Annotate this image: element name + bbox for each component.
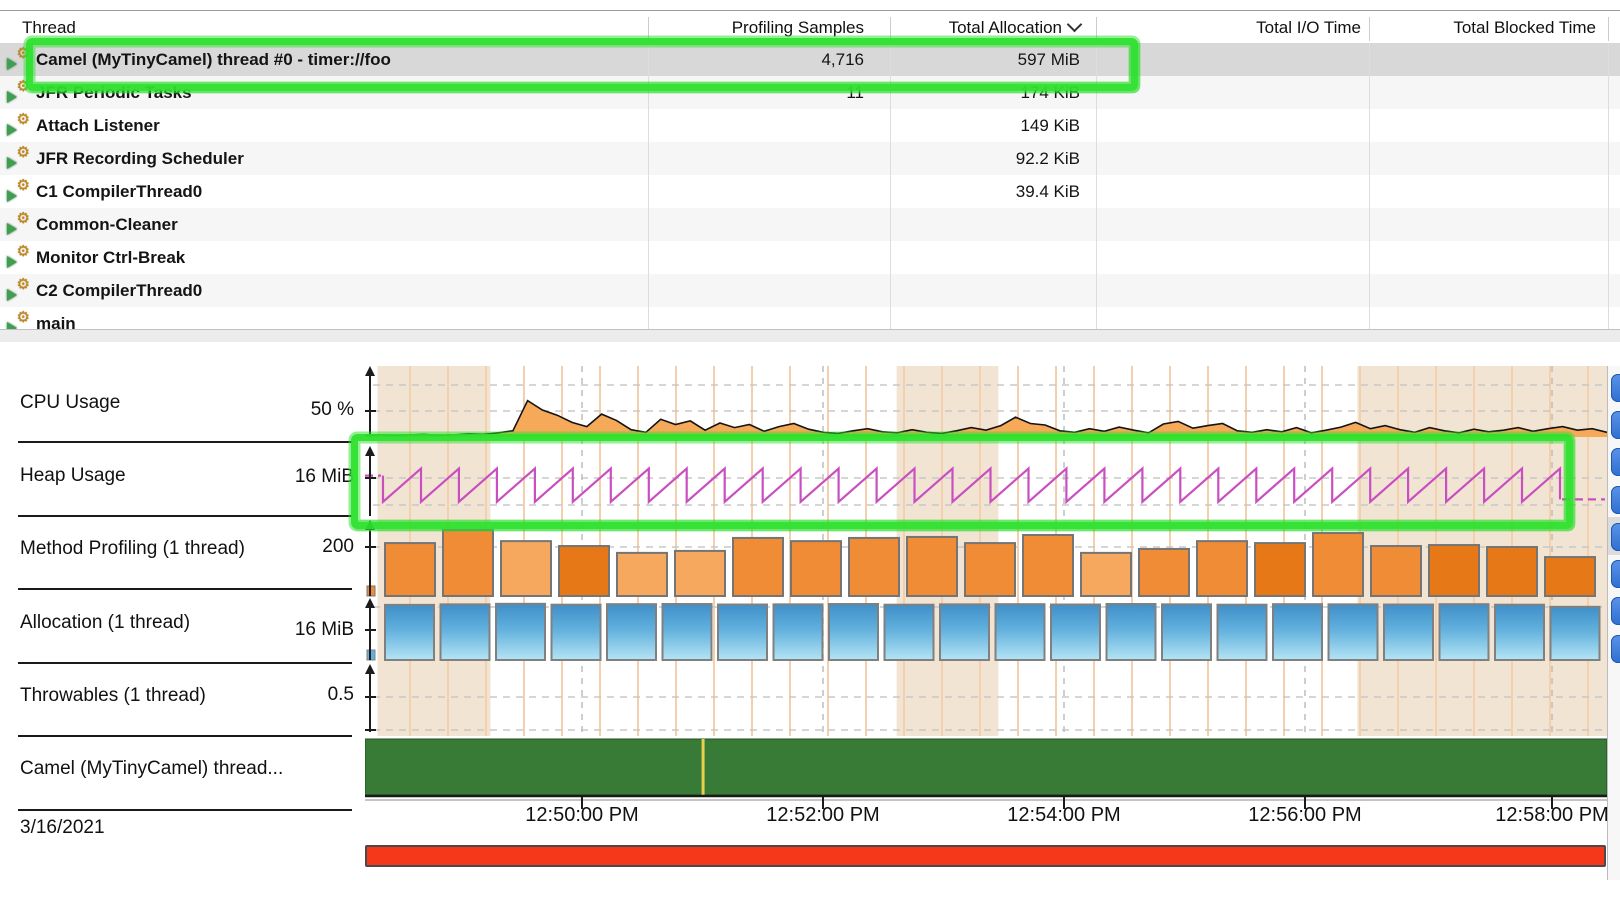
thread-name: C2 CompilerThread0 (36, 274, 646, 307)
column-header-total-io-time[interactable]: Total I/O Time (1100, 13, 1361, 43)
table-horizontal-scrollbar-track[interactable] (0, 329, 1620, 342)
thread-icon: ⚙ (7, 215, 31, 235)
time-tick-label: 12:54:00 PM (984, 804, 1144, 827)
legend-toggle-button[interactable] (1611, 560, 1620, 588)
legend-toggle-button[interactable] (1611, 411, 1620, 439)
timeline-date-label: 3/16/2021 (20, 817, 105, 839)
chart-row-label: Throwables (1 thread) (20, 685, 206, 707)
cell-allocation (894, 208, 1080, 241)
chart-axis-value: 16 MiB (234, 466, 354, 488)
chart-row-label: Heap Usage (20, 465, 126, 487)
cell-samples (656, 208, 864, 241)
legend-toggle-button[interactable] (1611, 597, 1620, 625)
chart-row-label: Allocation (1 thread) (20, 612, 190, 634)
thread-name: C1 CompilerThread0 (36, 175, 646, 208)
cell-samples (656, 142, 864, 175)
cell-io (1100, 43, 1361, 76)
cell-samples (656, 109, 864, 142)
thread-icon: ⚙ (7, 281, 31, 301)
annotation-selected-thread-row (26, 38, 1138, 91)
cell-blocked (1373, 241, 1596, 274)
annotation-heap-usage-row (351, 434, 1573, 529)
cell-samples (656, 274, 864, 307)
thread-name: Common-Cleaner (36, 208, 646, 241)
thread-name: main (36, 307, 646, 330)
cell-blocked (1373, 142, 1596, 175)
thread-name: Monitor Ctrl-Break (36, 241, 646, 274)
cell-io (1100, 241, 1361, 274)
thread-icon: ⚙ (7, 314, 31, 330)
table-row[interactable]: ⚙JFR Recording Scheduler 92.2 KiB (0, 142, 1620, 175)
legend-toggle-button[interactable] (1611, 374, 1620, 402)
cell-samples (656, 307, 864, 330)
table-row[interactable]: ⚙ main (0, 307, 1620, 330)
legend-toggle-button[interactable] (1611, 486, 1620, 514)
cell-io (1100, 274, 1361, 307)
cell-blocked (1373, 274, 1596, 307)
timeline-range-scrollbar[interactable] (365, 845, 1606, 867)
thread-icon: ⚙ (7, 116, 31, 136)
cell-blocked (1373, 307, 1596, 330)
chart-row-label: CPU Usage (20, 392, 120, 414)
jmc-threads-view: Thread Profiling Samples Total Allocatio… (0, 0, 1620, 904)
table-row[interactable]: ⚙C2 CompilerThread0 (0, 274, 1620, 307)
legend-toggle-button[interactable] (1611, 635, 1620, 663)
chart-row-label: Method Profiling (1 thread) (20, 538, 245, 560)
cell-allocation (894, 307, 1080, 330)
thread-icon: ⚙ (7, 149, 31, 169)
time-tick-label: 12:52:00 PM (743, 804, 903, 827)
cell-io (1100, 109, 1361, 142)
cell-blocked (1373, 43, 1596, 76)
chart-axis-value: 0.5 (234, 684, 354, 706)
cell-allocation: 92.2 KiB (894, 142, 1080, 175)
cell-allocation: 39.4 KiB (894, 175, 1080, 208)
cell-io (1100, 175, 1361, 208)
cell-blocked (1373, 109, 1596, 142)
time-axis-labels: 12:50:00 PM 12:52:00 PM 12:54:00 PM 12:56:0… (365, 804, 1607, 834)
thread-icon: ⚙ (7, 182, 31, 202)
time-tick-label: 12:56:00 PM (1225, 804, 1385, 827)
cell-blocked (1373, 175, 1596, 208)
cell-samples (656, 241, 864, 274)
cell-allocation (894, 241, 1080, 274)
chart-row-label: Camel (MyTinyCamel) thread... (20, 758, 283, 780)
legend-toggle-button[interactable] (1611, 448, 1620, 476)
time-tick-label: 12:58:00 PM (1472, 804, 1607, 827)
legend-toggle-button[interactable] (1611, 523, 1620, 551)
cell-io (1100, 307, 1361, 330)
thread-icon: ⚙ (7, 248, 31, 268)
thread-name: Attach Listener (36, 109, 646, 142)
chart-axis-value: 50 % (234, 399, 354, 421)
table-row[interactable]: ⚙C1 CompilerThread0 39.4 KiB (0, 175, 1620, 208)
cell-allocation: 149 KiB (894, 109, 1080, 142)
table-row[interactable]: ⚙Attach Listener 149 KiB (0, 109, 1620, 142)
thread-name: JFR Recording Scheduler (36, 142, 646, 175)
cell-blocked (1373, 208, 1596, 241)
chart-axis-value: 200 (234, 536, 354, 558)
cell-io (1100, 208, 1361, 241)
table-row[interactable]: ⚙Common-Cleaner (0, 208, 1620, 241)
table-row[interactable]: ⚙Monitor Ctrl-Break (0, 241, 1620, 274)
cell-allocation (894, 274, 1080, 307)
cell-io (1100, 76, 1361, 109)
cell-samples (656, 175, 864, 208)
sort-desc-icon (1067, 17, 1083, 33)
column-header-total-blocked-time[interactable]: Total Blocked Time (1373, 13, 1596, 43)
cell-io (1100, 142, 1361, 175)
cell-blocked (1373, 76, 1596, 109)
time-tick-label: 12:50:00 PM (502, 804, 662, 827)
chart-axis-value: 16 MiB (234, 619, 354, 641)
